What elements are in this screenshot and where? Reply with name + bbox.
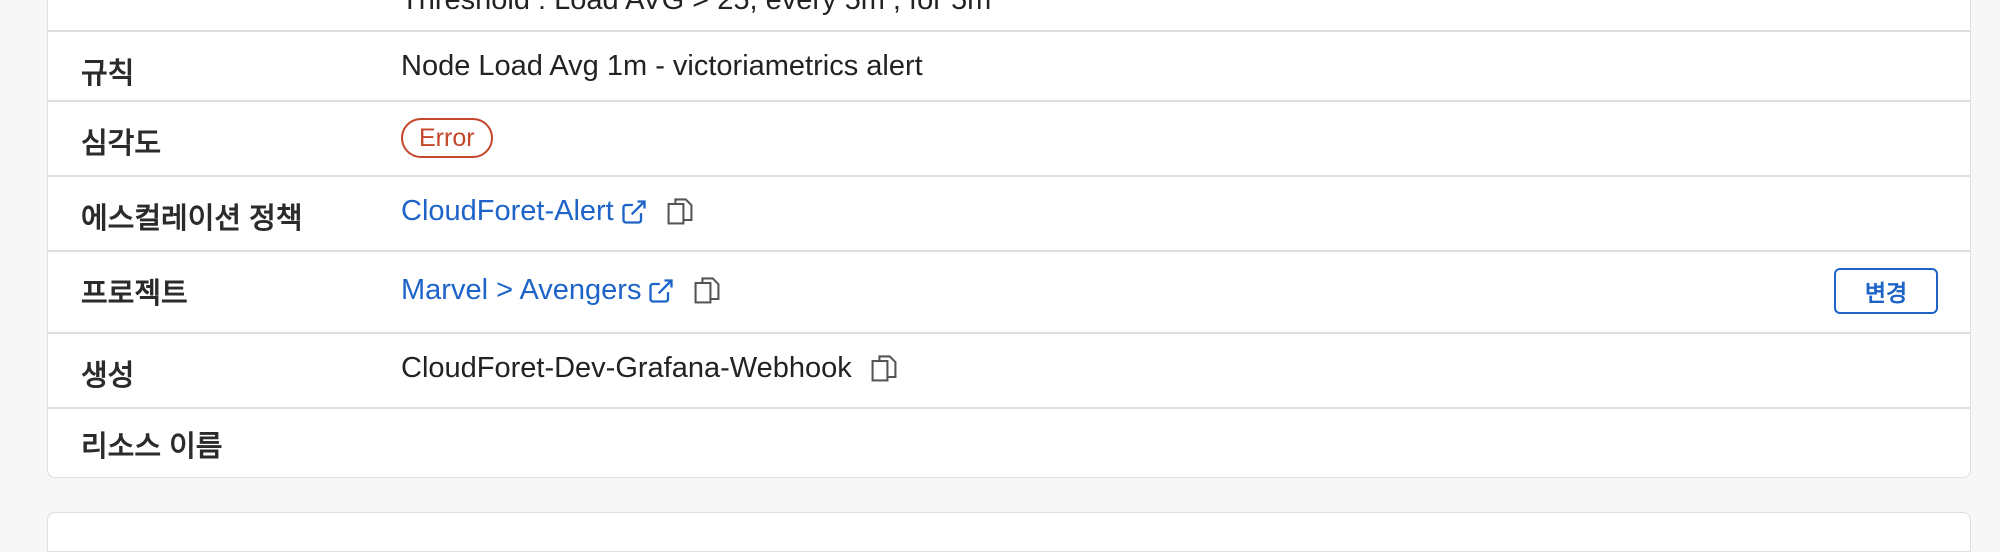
resource-name-label: 리소스 이름 <box>81 431 223 463</box>
escalation-policy-link[interactable]: CloudForet-Alert <box>401 195 614 228</box>
project-label: 프로젝트 <box>81 278 188 310</box>
next-section-card <box>47 512 1971 552</box>
copy-icon[interactable] <box>693 275 721 307</box>
severity-badge: Error <box>401 118 493 158</box>
created-label: 생성 <box>81 360 135 392</box>
detail-row-project: 프로젝트 Marvel > Avengers 변경 <box>48 252 1970 334</box>
detail-row-rule: 규칙 Node Load Avg 1m - victoriametrics al… <box>48 32 1970 102</box>
detail-row-escalation-policy: 에스컬레이션 정책 CloudForet-Alert <box>48 177 1970 252</box>
detail-row-resource-name: 리소스 이름 <box>48 409 1970 478</box>
rule-label: 규칙 <box>81 58 135 90</box>
external-link-icon[interactable] <box>647 277 675 305</box>
rule-value: Node Load Avg 1m - victoriametrics alert <box>401 50 923 82</box>
copy-icon[interactable] <box>870 353 898 385</box>
copy-icon[interactable] <box>666 196 694 228</box>
change-project-button[interactable]: 변경 <box>1834 268 1938 314</box>
severity-label: 심각도 <box>81 128 162 160</box>
escalation-policy-label: 에스컬레이션 정책 <box>81 203 303 235</box>
external-link-icon[interactable] <box>620 198 648 226</box>
project-link[interactable]: Marvel > Avengers <box>401 274 641 307</box>
detail-row-condition: Threshold : Load AVG > 25, every 5m , fo… <box>48 0 1970 32</box>
detail-row-created: 생성 CloudForet-Dev-Grafana-Webhook <box>48 334 1970 409</box>
created-value: CloudForet-Dev-Grafana-Webhook <box>401 352 852 384</box>
alert-detail-card: Threshold : Load AVG > 25, every 5m , fo… <box>47 0 1971 478</box>
condition-value: Threshold : Load AVG > 25, every 5m , fo… <box>401 0 992 16</box>
detail-row-severity: 심각도 Error <box>48 102 1970 177</box>
